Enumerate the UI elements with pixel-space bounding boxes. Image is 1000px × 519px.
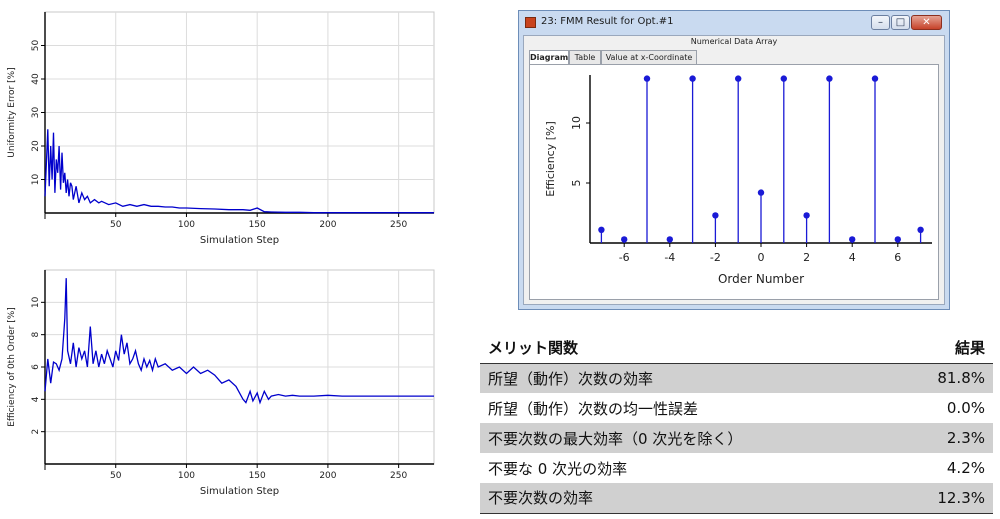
header-merit-function: メリット関数 xyxy=(480,333,896,364)
merit-function-table: メリット関数 結果 所望（動作）次数の効率 81.8% 所望（動作）次数の均一性… xyxy=(480,333,993,514)
table-row: 不要次数の最大効率（0 次光を除く） 2.3% xyxy=(480,423,993,453)
orders-tick-label-x: 4 xyxy=(849,251,856,264)
diagram-panel: -6 -4 -2 0 2 4 6 5 10 Order Number Efficiency [%] xyxy=(529,64,939,300)
orders-point xyxy=(643,75,651,82)
orders-tick-label-x: -4 xyxy=(664,251,675,264)
table-row: 不要次数の効率 12.3% xyxy=(480,483,993,514)
efficiency0-y-label: Efficiency of 0th Order [%] xyxy=(7,307,17,427)
uniformity-tick-label-x: 150 xyxy=(249,220,266,230)
uniformity-error-chart: 50 100 150 200 250 10 20 30 40 50 Simulation Step U… xyxy=(7,11,435,246)
efficiency0-tick-label-y: 6 xyxy=(31,364,41,370)
window-subtitle: Numerical Data Array xyxy=(690,37,778,46)
uniformity-tick-label-x: 250 xyxy=(390,220,407,230)
orders-point xyxy=(666,236,673,243)
efficiency0-tick-label-x: 100 xyxy=(178,471,195,481)
header-result: 結果 xyxy=(895,333,993,364)
efficiency0-tick-label-x: 50 xyxy=(110,471,122,481)
orders-point xyxy=(621,236,628,243)
efficiency0-tick-label-y: 4 xyxy=(31,396,41,402)
orders-point xyxy=(712,212,719,219)
zeroth-order-efficiency-chart: 50 100 150 200 250 2 4 6 8 10 Simulation Step Effic… xyxy=(7,269,435,497)
row-name: 所望（動作）次数の均一性誤差 xyxy=(488,399,699,418)
tab-diagram[interactable]: Diagram xyxy=(529,50,569,65)
orders-tick-label-x: 0 xyxy=(758,251,765,264)
table-row: 所望（動作）次数の均一性誤差 0.0% xyxy=(480,393,993,423)
orders-tick-label-x: -6 xyxy=(619,251,630,264)
minimize-button[interactable]: – xyxy=(871,15,890,30)
uniformity-tick-label-y: 20 xyxy=(31,140,41,152)
orders-tick-label-x: 2 xyxy=(803,251,810,264)
uniformity-tick-label-x: 50 xyxy=(110,220,122,230)
order-efficiency-chart: -6 -4 -2 0 2 4 6 5 10 Order Number Efficiency [%] xyxy=(544,75,932,286)
uniformity-tick-label-x: 100 xyxy=(178,220,195,230)
table-row: 所望（動作）次数の効率 81.8% xyxy=(480,363,993,393)
row-value: 2.3% xyxy=(895,423,993,453)
orders-point xyxy=(780,75,787,82)
orders-tick-label-x: -2 xyxy=(710,251,721,264)
row-value: 4.2% xyxy=(946,459,985,477)
uniformity-tick-label-y: 50 xyxy=(31,40,41,52)
row-name: 不要な 0 次光の効率 xyxy=(488,459,628,478)
efficiency0-tick-label-x: 150 xyxy=(249,471,266,481)
orders-point xyxy=(826,75,833,82)
efficiency0-tick-label-y: 8 xyxy=(31,332,41,338)
row-name: 不要次数の最大効率（0 次光を除く） xyxy=(480,423,896,453)
uniformity-x-label: Simulation Step xyxy=(200,235,279,246)
uniformity-tick-label-y: 30 xyxy=(31,107,41,119)
window-titlebar: 23: FMM Result for Opt.#1 – □ ✕ xyxy=(519,11,949,35)
uniformity-tick-label-x: 200 xyxy=(319,220,336,230)
window-title: 23: FMM Result for Opt.#1 xyxy=(541,16,674,27)
row-value: 81.8% xyxy=(895,363,993,393)
orders-point xyxy=(735,75,742,82)
uniformity-tick-label-y: 10 xyxy=(31,174,41,186)
orders-point xyxy=(917,226,924,233)
row-value: 0.0% xyxy=(946,399,985,417)
fmm-result-window: 23: FMM Result for Opt.#1 – □ ✕ Numerica… xyxy=(518,10,950,310)
orders-point xyxy=(849,236,856,243)
tab-table[interactable]: Table xyxy=(569,50,601,64)
orders-point xyxy=(689,75,696,82)
orders-point xyxy=(803,212,810,219)
row-name: 所望（動作）次数の効率 xyxy=(480,363,896,393)
orders-y-label: Efficiency [%] xyxy=(544,121,557,197)
row-value: 12.3% xyxy=(895,483,993,514)
orders-point xyxy=(757,189,765,196)
table-row: 不要な 0 次光の効率 4.2% xyxy=(480,453,993,483)
maximize-button[interactable]: □ xyxy=(891,15,910,30)
orders-point xyxy=(871,75,879,82)
orders-tick-label-y: 5 xyxy=(570,180,583,187)
table-header-row: メリット関数 結果 xyxy=(480,333,993,364)
orders-tick-label-x: 6 xyxy=(894,251,901,264)
efficiency0-x-label: Simulation Step xyxy=(200,486,279,497)
app-icon xyxy=(525,17,536,28)
efficiency0-tick-label-x: 250 xyxy=(390,471,407,481)
efficiency0-tick-label-y: 10 xyxy=(31,296,41,308)
orders-x-label: Order Number xyxy=(718,272,804,286)
orders-point xyxy=(894,236,901,243)
close-button[interactable]: ✕ xyxy=(911,15,942,30)
uniformity-y-label: Uniformity Error [%] xyxy=(7,67,17,157)
window-body: Numerical Data Array Diagram Table Value… xyxy=(523,35,945,305)
row-name: 不要次数の効率 xyxy=(480,483,896,514)
orders-point xyxy=(598,226,605,233)
efficiency0-tick-label-y: 2 xyxy=(31,429,41,435)
efficiency0-tick-label-x: 200 xyxy=(319,471,336,481)
orders-tick-label-y: 10 xyxy=(570,116,583,130)
tab-value-at-x[interactable]: Value at x-Coordinate xyxy=(601,50,697,64)
uniformity-tick-label-y: 40 xyxy=(31,73,41,85)
